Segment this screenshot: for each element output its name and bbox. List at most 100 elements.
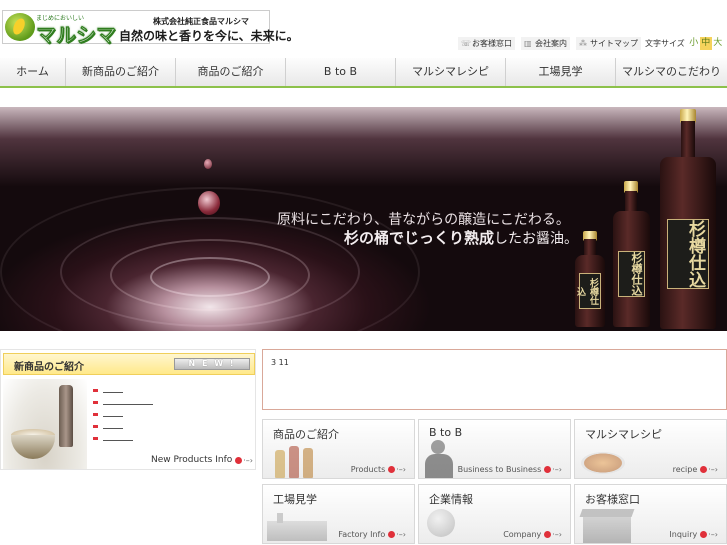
bullet-icon bbox=[93, 437, 98, 440]
tile-company[interactable]: 企業情報 Company ·–› bbox=[418, 484, 571, 544]
tile-en-label: Company bbox=[503, 530, 542, 539]
dish-image bbox=[579, 446, 627, 478]
bottle-label: 杉樽仕込 bbox=[667, 219, 709, 289]
nav-item-home[interactable]: ホーム bbox=[0, 58, 66, 86]
hero-copy-emphasis: 杉の桶でじっくり熟成 bbox=[344, 229, 495, 247]
tile-factory[interactable]: 工場見学 Factory Info ·–› bbox=[262, 484, 415, 544]
dots-icon: ·–› bbox=[243, 455, 253, 465]
bottle-neck bbox=[681, 121, 695, 161]
site-logo[interactable]: まじめにおいしい マルシマ 株式会社純正食品マルシマ 自然の味と香りを今に、未来… bbox=[2, 10, 299, 47]
sitemap-icon: ⁂ bbox=[579, 39, 587, 48]
soy-sauce-bottle-small: 杉樽仕込 bbox=[575, 255, 605, 327]
news-text: 3 11 bbox=[271, 358, 289, 367]
dots-icon: ·–› bbox=[396, 530, 406, 539]
dots-icon: ·–› bbox=[552, 530, 562, 539]
arrow-circle-icon bbox=[544, 531, 552, 538]
font-size-label: 文字サイズ bbox=[645, 39, 685, 48]
bottle-label: 杉樽仕込 bbox=[575, 273, 601, 309]
tile-more-link[interactable]: Products ·–› bbox=[351, 465, 406, 474]
company-slogan: 自然の味と香りを今に、未来に。 bbox=[119, 29, 299, 43]
tile-en-label: recipe bbox=[672, 465, 698, 474]
bowl-image bbox=[11, 435, 55, 459]
tile-products[interactable]: 商品のご紹介 Products ·–› bbox=[262, 419, 415, 479]
dots-icon: ·–› bbox=[396, 465, 406, 474]
new-products-more-link[interactable]: New Products Info ·–› bbox=[151, 455, 253, 465]
new-product-photo[interactable] bbox=[3, 379, 87, 469]
droplet-small bbox=[204, 159, 212, 169]
hero-copy-line1: 原料にこだわり、昔ながらの醸造にこだわる。 bbox=[277, 212, 570, 228]
tile-more-link[interactable]: Factory Info ·–› bbox=[338, 530, 406, 539]
factory-image bbox=[267, 511, 327, 543]
link-text[interactable] bbox=[103, 404, 153, 405]
product-bottle-image bbox=[59, 385, 73, 447]
bullet-icon bbox=[93, 413, 98, 416]
nav-item-kodawari[interactable]: マルシマのこだわり bbox=[616, 58, 727, 86]
util-link-label: サイトマップ bbox=[590, 39, 638, 48]
logo-wordmark: マルシマ bbox=[36, 23, 117, 48]
font-size-large-button[interactable]: 大 bbox=[711, 37, 724, 50]
tile-title: 工場見学 bbox=[273, 493, 317, 506]
tile-title: お客様窓口 bbox=[585, 493, 640, 506]
font-size-medium-button[interactable]: 中 bbox=[699, 37, 712, 50]
hero-copy-line2: 杉の桶でじっくり熟成したお醤油。 bbox=[344, 227, 578, 248]
global-nav: ホーム 新商品のご紹介 商品のご紹介 B to B マルシマレシピ 工場見学 マ… bbox=[0, 58, 727, 88]
util-link-sitemap[interactable]: ⁂ サイトマップ bbox=[576, 37, 641, 50]
tile-recipe[interactable]: マルシマレシピ recipe ·–› bbox=[574, 419, 727, 479]
hero-banner[interactable]: 原料にこだわり、昔ながらの醸造にこだわる。 杉の桶でじっくり熟成したお醤油。 杉… bbox=[0, 107, 727, 331]
building-icon: ▥ bbox=[524, 39, 532, 48]
dots-icon: ·–› bbox=[708, 530, 718, 539]
new-products-panel: 新商品のご紹介 N E W ! New Products Info ·–› bbox=[0, 349, 256, 470]
new-badge: N E W ! bbox=[174, 358, 250, 370]
util-link-label: 会社案内 bbox=[535, 39, 567, 48]
bullet-icon bbox=[93, 425, 98, 428]
dots-icon: ·–› bbox=[552, 465, 562, 474]
news-box: 3 11 bbox=[262, 349, 727, 410]
tile-title: B to B bbox=[429, 426, 463, 439]
font-size-small-button[interactable]: 小 bbox=[687, 37, 700, 50]
new-products-title: 新商品のご紹介 bbox=[14, 362, 84, 373]
tile-more-link[interactable]: Company ·–› bbox=[503, 530, 562, 539]
site-header: まじめにおいしい マルシマ 株式会社純正食品マルシマ 自然の味と香りを今に、未来… bbox=[0, 0, 727, 58]
arrow-circle-icon bbox=[235, 456, 243, 464]
arrow-circle-icon bbox=[388, 466, 396, 473]
soy-sauce-bottle-large: 杉樽仕込 bbox=[660, 157, 716, 329]
link-text[interactable] bbox=[103, 440, 133, 441]
link-text[interactable] bbox=[103, 416, 123, 417]
util-link-inquiry[interactable]: ☏ お客様窓口 bbox=[458, 37, 515, 50]
link-text[interactable] bbox=[103, 392, 123, 393]
bottle-label: 杉樽仕込 bbox=[618, 251, 645, 297]
tile-en-label: Factory Info bbox=[338, 530, 386, 539]
bullet-icon bbox=[93, 401, 98, 404]
utility-links: ☏ お客様窓口 ▥ 会社案内 ⁂ サイトマップ bbox=[458, 37, 641, 50]
tile-en-label: Business to Business bbox=[457, 465, 542, 474]
nav-item-new-products[interactable]: 新商品のご紹介 bbox=[66, 58, 176, 86]
tile-btob[interactable]: B to B Business to Business ·–› bbox=[418, 419, 571, 479]
tile-en-label: Inquiry bbox=[669, 530, 698, 539]
tile-title: マルシマレシピ bbox=[585, 428, 662, 441]
globe-image bbox=[427, 509, 455, 537]
tile-title: 企業情報 bbox=[429, 493, 473, 506]
link-text[interactable] bbox=[103, 428, 123, 429]
nav-item-recipe[interactable]: マルシマレシピ bbox=[396, 58, 506, 86]
businessman-image bbox=[423, 438, 459, 478]
droplet bbox=[198, 191, 220, 215]
tile-more-link[interactable]: Business to Business ·–› bbox=[458, 465, 562, 474]
nav-item-factory[interactable]: 工場見学 bbox=[506, 58, 616, 86]
util-link-company[interactable]: ▥ 会社案内 bbox=[521, 37, 570, 50]
font-size-switcher: 文字サイズ 小 中 大 bbox=[645, 37, 724, 50]
util-link-label: お客様窓口 bbox=[472, 39, 512, 48]
tile-inquiry[interactable]: お客様窓口 Inquiry ·–› bbox=[574, 484, 727, 544]
nav-item-btob[interactable]: B to B bbox=[286, 58, 396, 86]
tile-more-link[interactable]: recipe ·–› bbox=[673, 465, 718, 474]
company-name: 株式会社純正食品マルシマ bbox=[153, 17, 249, 26]
bullet-icon bbox=[93, 389, 98, 392]
dots-icon: ·–› bbox=[708, 465, 718, 474]
arrow-circle-icon bbox=[700, 466, 708, 473]
hero-backdrop bbox=[0, 107, 727, 187]
hero-copy-rest: したお醤油。 bbox=[494, 231, 579, 247]
new-products-header: 新商品のご紹介 N E W ! bbox=[3, 353, 255, 375]
arrow-circle-icon bbox=[388, 531, 396, 538]
tile-title: 商品のご紹介 bbox=[273, 428, 339, 441]
tile-more-link[interactable]: Inquiry ·–› bbox=[669, 530, 718, 539]
nav-item-products[interactable]: 商品のご紹介 bbox=[176, 58, 286, 86]
